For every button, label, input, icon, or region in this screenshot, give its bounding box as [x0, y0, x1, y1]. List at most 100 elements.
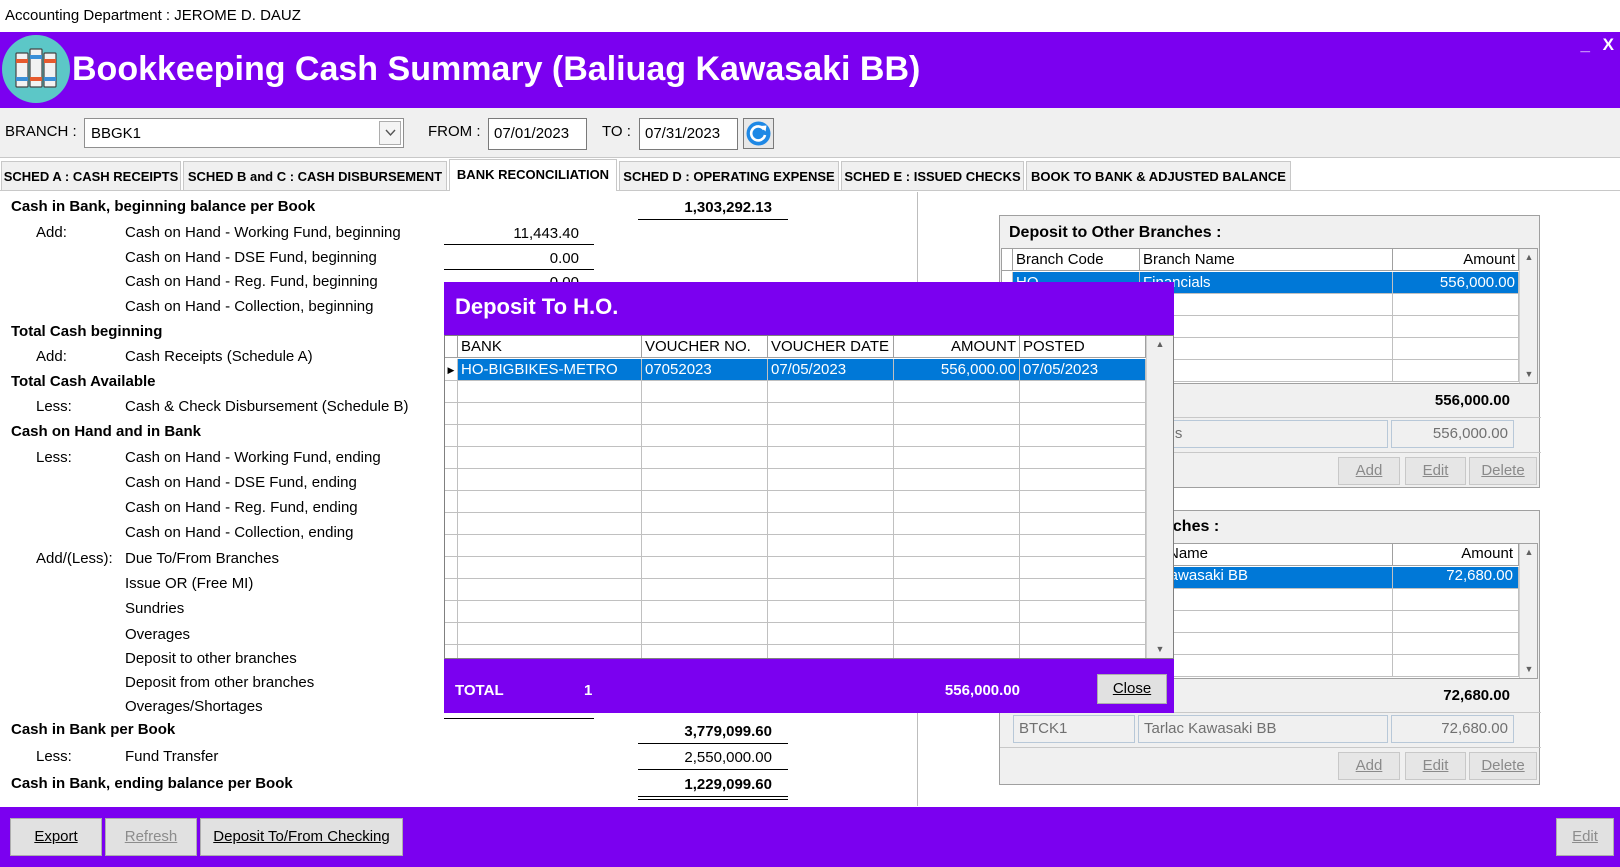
edit-button[interactable]: Edit: [1405, 752, 1466, 780]
tab-sched-b-c[interactable]: SCHED B and C : CASH DISBURSEMENT: [183, 161, 447, 191]
empty-cell: [894, 469, 1020, 491]
amount-cell[interactable]: 556,000.00: [894, 359, 1020, 381]
chevron-down-icon[interactable]: [379, 121, 401, 145]
tab-divider: [0, 190, 1620, 191]
close-dialog-button[interactable]: Close: [1097, 674, 1167, 704]
tab-sched-d[interactable]: SCHED D : OPERATING EXPENSE: [619, 161, 839, 191]
app-header: Bookkeeping Cash Summary (Baliuag Kawasa…: [0, 32, 1620, 108]
edit-button[interactable]: Edit: [1556, 818, 1614, 856]
empty-cell: [894, 579, 1020, 601]
empty-cell: [642, 623, 768, 645]
filter-bar: BRANCH : BBGK1 FROM : 07/01/2023 TO : 07…: [0, 108, 1620, 158]
empty-cell: [458, 579, 642, 601]
branch-name-field[interactable]: ncials: [1138, 420, 1388, 448]
branch-select[interactable]: BBGK1: [84, 118, 404, 148]
empty-cell: [458, 491, 642, 513]
col-branch-code[interactable]: Branch Code: [1013, 249, 1140, 271]
grid-scrollbar[interactable]: ▲ ▼: [1519, 249, 1537, 383]
empty-cell: [445, 623, 458, 645]
deposit-to-ho-dialog: Deposit To H.O. BANK VOUCHER NO. VOUCHER…: [444, 282, 1174, 713]
scroll-up-icon[interactable]: ▲: [1520, 544, 1537, 561]
empty-cell: [458, 513, 642, 535]
overages-label: Overages: [125, 626, 191, 643]
branch-value: BBGK1: [91, 125, 142, 142]
grid-scrollbar[interactable]: ▲ ▼: [1146, 336, 1173, 658]
minimize-button[interactable]: _: [1580, 35, 1589, 54]
books-logo-icon: [2, 35, 70, 103]
dialog-title: Deposit To H.O.: [455, 294, 619, 319]
dse-fund-begin-label: Cash on Hand - DSE Fund, beginning: [125, 249, 377, 266]
refresh-button[interactable]: Refresh: [105, 818, 197, 856]
col-amount[interactable]: Amount: [1393, 249, 1519, 271]
total-count: 1: [584, 682, 593, 699]
add-button[interactable]: Add: [1338, 752, 1400, 780]
working-fund-begin-amount: 11,443.40: [513, 225, 579, 242]
deposit-to-ho-grid[interactable]: BANK VOUCHER NO. VOUCHER DATE AMOUNT POS…: [444, 335, 1174, 659]
disbursement-label: Cash & Check Disbursement (Schedule B): [125, 398, 409, 415]
tab-bank-reconciliation[interactable]: BANK RECONCILIATION: [449, 159, 617, 191]
col-voucher-no[interactable]: VOUCHER NO.: [642, 336, 768, 358]
export-button[interactable]: Export: [10, 818, 102, 856]
delete-button[interactable]: Delete: [1469, 752, 1537, 780]
branch-name-cell[interactable]: Financials: [1140, 272, 1393, 294]
bank-cell[interactable]: HO-BIGBIKES-METRO: [458, 359, 642, 381]
amount-field[interactable]: 72,680.00: [1391, 715, 1514, 743]
branch-label: BRANCH :: [5, 123, 77, 140]
empty-cell: [458, 535, 642, 557]
tab-book-to-bank[interactable]: BOOK TO BANK & ADJUSTED BALANCE: [1026, 161, 1291, 191]
scroll-up-icon[interactable]: ▲: [1147, 336, 1173, 353]
posted-cell[interactable]: 07/05/2023: [1020, 359, 1146, 381]
col-branch-name[interactable]: Branch Name: [1140, 249, 1393, 271]
group-title: Deposit to Other Branches :: [1009, 224, 1222, 241]
tab-sched-e[interactable]: SCHED E : ISSUED CHECKS: [841, 161, 1024, 191]
underline: [638, 799, 788, 800]
empty-cell: [1020, 469, 1146, 491]
deposit-checking-button[interactable]: Deposit To/From Checking: [200, 818, 403, 856]
empty-cell: [642, 403, 768, 425]
amount-field[interactable]: 556,000.00: [1391, 420, 1514, 448]
empty-cell: [1020, 557, 1146, 579]
empty-cell: [445, 403, 458, 425]
empty-cell: [642, 491, 768, 513]
empty-cell: [894, 425, 1020, 447]
grid-scrollbar[interactable]: ▲ ▼: [1519, 544, 1537, 678]
col-voucher-date[interactable]: VOUCHER DATE: [768, 336, 894, 358]
underline: [638, 769, 788, 770]
voucher-date-cell[interactable]: 07/05/2023: [768, 359, 894, 381]
empty-cell: [768, 403, 894, 425]
add-button[interactable]: Add: [1338, 457, 1400, 485]
refresh-data-button[interactable]: [743, 118, 774, 149]
scroll-down-icon[interactable]: ▼: [1520, 366, 1537, 383]
col-amount[interactable]: AMOUNT: [894, 336, 1020, 358]
col-bank[interactable]: BANK: [458, 336, 642, 358]
underline: [638, 219, 788, 220]
empty-cell: [1020, 513, 1146, 535]
total-cash-begin-label: Total Cash beginning: [11, 323, 163, 340]
voucher-no-cell[interactable]: 07052023: [642, 359, 768, 381]
tab-sched-a[interactable]: SCHED A : CASH RECEIPTS: [1, 161, 181, 191]
cash-receipts-label: Cash Receipts (Schedule A): [125, 348, 313, 365]
scroll-up-icon[interactable]: ▲: [1520, 249, 1537, 266]
edit-button[interactable]: Edit: [1405, 457, 1466, 485]
to-date-field[interactable]: 07/31/2023: [639, 118, 738, 150]
branch-code-field[interactable]: BTCK1: [1013, 715, 1135, 743]
from-date-field[interactable]: 07/01/2023: [488, 118, 587, 150]
empty-cell: [768, 381, 894, 403]
empty-cell: [768, 579, 894, 601]
deposit-from-row-amount: 72,680.00: [1446, 567, 1513, 584]
col-posted[interactable]: POSTED: [1020, 336, 1146, 358]
empty-cell: [642, 557, 768, 579]
delete-button[interactable]: Delete: [1469, 457, 1537, 485]
amount-cell[interactable]: 556,000.00: [1393, 272, 1519, 294]
close-window-button[interactable]: X: [1603, 35, 1614, 54]
empty-cell: [445, 491, 458, 513]
from-label: FROM :: [428, 123, 481, 140]
empty-cell: [642, 425, 768, 447]
working-fund-end-label: Cash on Hand - Working Fund, ending: [125, 449, 381, 466]
underline: [444, 718, 594, 719]
branch-name-field[interactable]: Tarlac Kawasaki BB: [1138, 715, 1388, 743]
scroll-down-icon[interactable]: ▼: [1147, 641, 1173, 658]
scroll-down-icon[interactable]: ▼: [1520, 661, 1537, 678]
add-less-label: Add/(Less):: [36, 550, 113, 567]
empty-cell: [445, 579, 458, 601]
